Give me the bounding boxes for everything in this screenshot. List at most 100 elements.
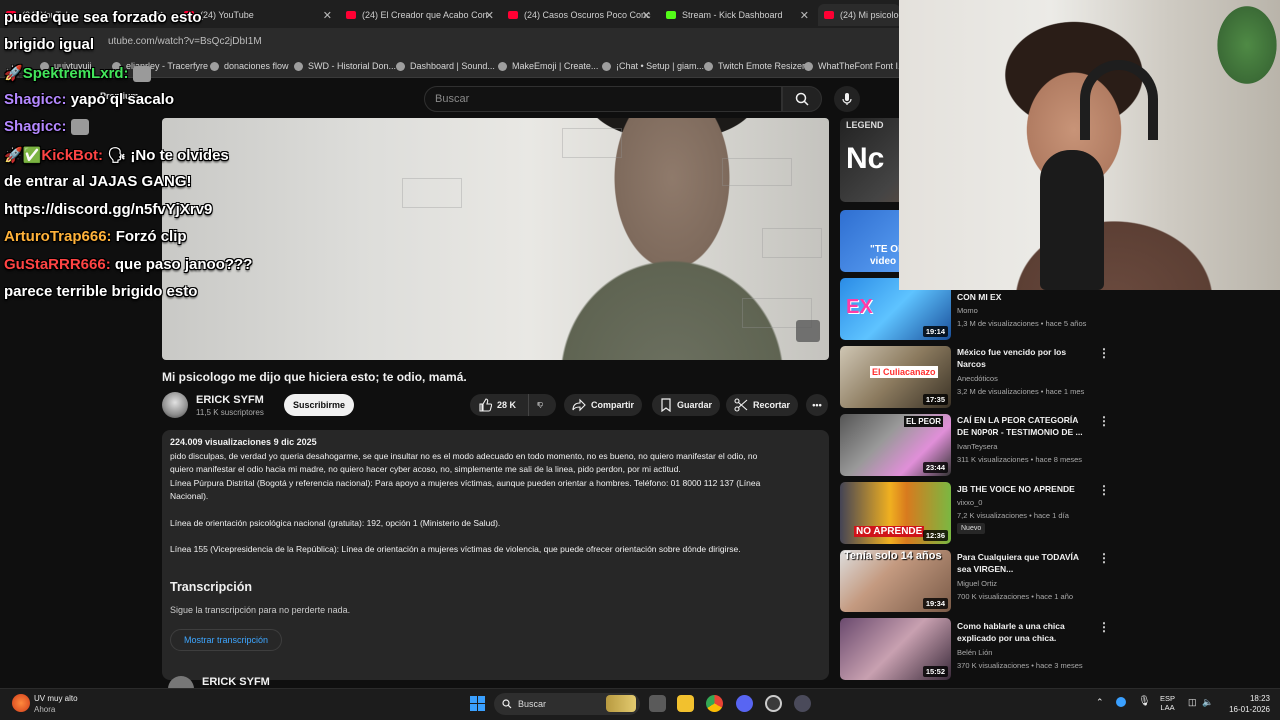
recommendation-thumbnail[interactable]: NO APRENDE 12:36 [840,482,951,544]
chat-username[interactable]: ArturoTrap666: [4,228,112,245]
more-vertical-icon[interactable]: ⋮ [1098,414,1110,428]
recommendation-channel[interactable]: Belén Lión [957,648,992,657]
language-indicator[interactable]: ESP LAA [1160,694,1175,712]
url-text[interactable]: utube.com/watch?v=BsQc2jDbI1M [108,36,262,47]
close-tab-icon[interactable]: ✕ [642,9,651,22]
bookmark[interactable]: MakeEmoji | Create... [498,61,598,71]
video-duration: 12:36 [922,530,948,541]
more-vertical-icon[interactable]: ⋮ [1098,346,1110,360]
share-icon [572,398,586,412]
clip-button[interactable]: Recortar [726,394,799,416]
channel-name[interactable]: ERICK SYFM [196,394,264,406]
description-text: Línea de orientación psicológica naciona… [170,518,501,528]
recommendation-channel[interactable]: Momo [957,306,978,315]
recommendation-title[interactable]: Para Cualquiera que TODAVÍA sea VIRGEN..… [957,551,1092,575]
browser-tab[interactable]: (24) El Creador que Acabo Con ✕ [340,4,500,26]
recommendation-thumbnail[interactable]: EL PEOR 23:44 [840,414,951,476]
chat-message: de entrar al JAJAS GANG! [4,173,192,190]
bot-badge-icon: 🚀✅ [4,147,42,164]
windows-start-icon[interactable] [470,696,485,711]
channel-watermark[interactable] [796,320,820,342]
wall-texture [562,128,622,158]
dislike-button[interactable] [528,394,556,416]
wall-texture [402,178,462,208]
chat-message: 🚀SpektremLxrd: [4,64,151,83]
recommendation-title[interactable]: CON MI EX [957,291,1092,303]
channel-name[interactable]: ERICK SYFM [202,676,270,688]
emote-icon [70,119,89,136]
task-view-icon[interactable] [649,695,666,712]
video-duration: 17:35 [922,394,948,405]
bookmark[interactable]: Dashboard | Sound... [396,61,495,71]
speaker-emoji-icon: 🗣 [107,147,127,164]
network-app-icon[interactable] [1116,697,1126,707]
more-vertical-icon[interactable]: ⋮ [1098,551,1110,565]
headphones [1080,60,1158,140]
subscribe-button[interactable]: Suscribirme [284,394,354,416]
search-input[interactable]: Buscar [424,86,782,112]
description-text: Línea 155 (Vicepresidencia de la Repúbli… [170,544,741,554]
bookmark[interactable]: Twitch Emote Resizer [704,61,805,71]
show-transcript-button[interactable]: Mostrar transcripción [170,629,282,651]
browser-tab[interactable]: (24) YouTube ✕ [178,4,338,26]
moderator-badge-icon: 🚀 [4,65,23,82]
bookmark[interactable]: ¡Chat • Setup | giam... [602,61,704,71]
recommendation-thumbnail[interactable]: El Culiacanazo 17:35 [840,346,951,408]
more-vertical-icon[interactable]: ⋮ [1098,483,1110,497]
system-clock[interactable]: 18:23 16-01-2026 [1218,693,1270,715]
close-tab-icon[interactable]: ✕ [323,9,332,22]
recommendation-channel[interactable]: IvanTeysera [957,442,997,451]
recommendation-channel[interactable]: vixxo_0 [957,498,982,507]
more-actions-button[interactable]: ••• [806,394,828,416]
close-tab-icon[interactable]: ✕ [800,9,809,22]
video-duration: 23:44 [922,462,948,473]
chrome-icon[interactable] [706,695,723,712]
weather-icon[interactable] [12,694,30,712]
close-tab-icon[interactable]: ✕ [485,9,494,22]
chat-username[interactable]: Shagicc: [4,118,67,135]
wifi-icon[interactable]: ◫ [1188,697,1197,708]
weather-status[interactable]: UV muy alto [34,694,78,703]
chevron-up-icon[interactable]: ⌃ [1096,697,1104,708]
like-button[interactable]: 28 K [470,394,528,416]
browser-tab[interactable]: (24) Casos Oscuros Poco Conc ✕ [502,4,657,26]
recommendation-thumbnail[interactable]: 15:52 [840,618,951,680]
chat-username[interactable]: Shagicc: [4,91,67,108]
recommendation-channel[interactable]: Anecdóticos [957,374,998,383]
voice-search-button[interactable] [834,86,860,112]
search-button[interactable] [782,86,822,112]
bookmark-icon [396,61,405,71]
recommendation-title[interactable]: México fue vencido por los Narcos [957,346,1092,370]
recommendation-channel[interactable]: Miguel Ortiz [957,579,997,588]
bookmark[interactable]: donaciones flow [210,61,289,71]
bookmark[interactable]: SWD - Historial Don... [294,61,396,71]
chat-message: brigido igual [4,36,94,53]
browser-tab-active[interactable]: (24) Mi psicolog [818,4,900,26]
discord-icon[interactable] [736,695,753,712]
share-button[interactable]: Compartir [564,394,643,416]
recommendation-thumbnail[interactable]: Tenía solo 14 años 19:34 [840,550,951,612]
description-text: quiero manifestar el odio hacia mi madre… [170,464,681,474]
chat-username[interactable]: GuStaRRR666: [4,256,111,273]
channel-avatar[interactable] [162,392,188,418]
bookmark[interactable]: WhatTheFont Font I... [804,61,906,71]
youtube-icon [508,11,518,19]
save-button[interactable]: Guardar [652,394,721,416]
steam-icon[interactable] [765,695,782,712]
windows-taskbar [0,688,1280,720]
more-vertical-icon[interactable]: ⋮ [1098,620,1110,634]
video-player[interactable] [162,118,829,360]
volume-icon[interactable]: 🔈 [1202,697,1213,708]
chat-username[interactable]: SpektremLxrd: [23,65,129,82]
file-explorer-icon[interactable] [677,695,694,712]
chat-message: puede que sea forzado esto [4,9,202,26]
description-text: pido disculpas, de verdad yo queria desa… [170,451,758,461]
recommendation-title[interactable]: JB THE VOICE NO APRENDE [957,483,1092,495]
app-icon[interactable] [794,695,811,712]
browser-tab[interactable]: Stream - Kick Dashboard ✕ [660,4,815,26]
search-highlight-icon [606,695,636,712]
recommendation-title[interactable]: CAÍ EN LA PEOR CATEGORÍA DE N0P0R - TEST… [957,414,1092,438]
chat-username[interactable]: KickBot: [41,147,103,164]
microphone-icon[interactable]: 🎙 [1138,696,1151,707]
recommendation-title[interactable]: Como hablarle a una chica explicado por … [957,620,1092,644]
